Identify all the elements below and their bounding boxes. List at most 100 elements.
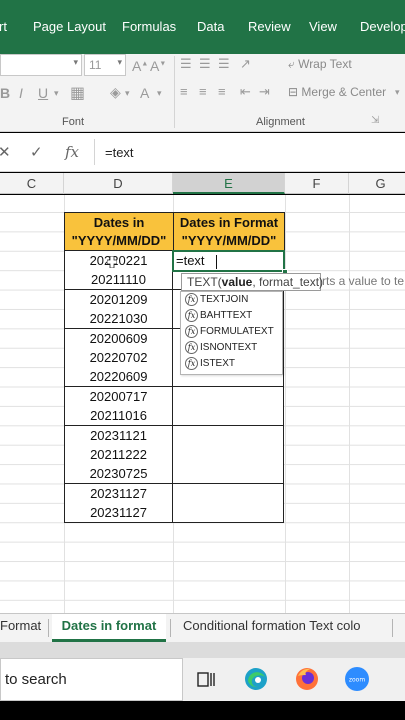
chevron-down-icon[interactable]: ▾ <box>157 88 162 99</box>
date-cell[interactable]: 20231121 <box>64 425 173 446</box>
align-center-icon[interactable]: ≡ <box>199 84 207 99</box>
chevron-down-icon[interactable]: ▾ <box>125 88 130 99</box>
mouse-cursor-icon <box>107 256 117 268</box>
ribbon-divider <box>174 56 175 128</box>
sheet-tab-dates-in-format[interactable]: Dates in format <box>52 614 166 642</box>
formatted-date-cell[interactable] <box>173 464 284 485</box>
formula-bar-divider <box>94 139 95 165</box>
date-cell[interactable]: 20200717 <box>64 386 173 407</box>
decrease-indent-icon[interactable]: ⇤ <box>240 84 251 100</box>
sheet-tab-divider <box>392 619 393 637</box>
header-cell-d[interactable]: Dates in "YYYY/MM/DD" <box>64 212 174 251</box>
alignment-group-label: Alignment <box>256 116 305 128</box>
formatted-date-cell[interactable] <box>173 503 284 524</box>
date-cell[interactable]: 20231127 <box>64 483 173 504</box>
taskbar: to search zoom <box>0 658 405 701</box>
tooltip-arg-value: value <box>221 275 253 289</box>
zoom-app-icon[interactable]: zoom <box>344 666 370 692</box>
date-cell[interactable]: 20220221 <box>64 251 173 271</box>
underline-icon[interactable]: U <box>38 85 48 101</box>
tab-developer[interactable]: Develope <box>360 19 405 34</box>
column-header-e[interactable]: E <box>173 173 285 194</box>
active-cell-e2[interactable]: =text <box>172 250 285 272</box>
taskbar-search[interactable]: to search <box>0 658 183 701</box>
tab-view[interactable]: View <box>309 19 337 34</box>
formatted-date-cell[interactable] <box>173 483 284 504</box>
firefox-icon[interactable] <box>294 666 320 692</box>
bold-icon[interactable]: B <box>0 85 10 101</box>
fill-color-icon[interactable]: ◈ <box>110 84 121 101</box>
font-name-dropdown[interactable]: ▾ <box>0 54 82 76</box>
edge-browser-icon[interactable] <box>243 666 269 692</box>
increase-font-icon[interactable]: A▲ <box>132 58 148 74</box>
insert-function-icon[interactable]: fx <box>65 143 79 161</box>
merge-center-label: Merge & Center <box>301 85 387 99</box>
task-view-icon[interactable] <box>193 666 219 692</box>
align-left-icon[interactable]: ≡ <box>180 84 188 99</box>
chevron-down-icon: ▾ <box>117 57 122 67</box>
header-d-line2: "YYYY/MM/DD" <box>71 233 167 248</box>
date-cell[interactable]: 20200609 <box>64 328 173 349</box>
sheet-tab-conditional[interactable]: Conditional formation Text colo <box>183 614 361 642</box>
gridline <box>285 195 286 613</box>
tab-review[interactable]: Review <box>248 19 291 34</box>
formatted-date-cell[interactable] <box>173 445 284 465</box>
tab-insert-partial[interactable]: rt <box>0 19 7 34</box>
align-right-icon[interactable]: ≡ <box>218 84 226 99</box>
autocomplete-item[interactable]: fx FORMULATEXT <box>185 324 274 340</box>
sheet-tab-format[interactable]: Format <box>0 614 45 642</box>
tooltip-rest: , format_text) <box>252 275 324 289</box>
decrease-font-icon[interactable]: A▼ <box>150 58 166 74</box>
tab-data[interactable]: Data <box>197 19 224 34</box>
merge-center-button[interactable]: ⊟ Merge & Center <box>288 85 386 99</box>
formatted-date-cell[interactable] <box>173 386 284 407</box>
date-cell[interactable]: 20211222 <box>64 445 173 465</box>
date-cell[interactable]: 20220609 <box>64 367 173 388</box>
dialog-launcher-icon[interactable]: ⇲ <box>371 115 379 126</box>
italic-icon[interactable]: I <box>19 85 23 101</box>
borders-icon[interactable]: ▦ <box>70 83 85 103</box>
column-header-f[interactable]: F <box>285 173 349 194</box>
date-cell[interactable]: 20220702 <box>64 348 173 368</box>
sheet-grid[interactable]: Dates in "YYYY/MM/DD" Dates in Format "Y… <box>0 195 405 613</box>
autocomplete-item[interactable]: fx TEXTJOIN <box>185 292 248 308</box>
date-cell[interactable]: 20201209 <box>64 289 173 310</box>
function-icon: fx <box>185 292 198 306</box>
autocomplete-item[interactable]: fx BAHTTEXT <box>185 308 252 324</box>
enter-check-icon[interactable]: ✓ <box>30 143 43 161</box>
increase-indent-icon[interactable]: ⇥ <box>259 84 270 100</box>
function-tooltip[interactable]: TEXT(value, format_text) <box>181 273 324 291</box>
cancel-icon[interactable]: ✕ <box>0 143 11 161</box>
screen-bottom-edge <box>0 701 405 720</box>
header-e-line1: Dates in Format <box>179 215 279 230</box>
font-color-icon[interactable]: A <box>140 85 149 101</box>
autocomplete-item[interactable]: fx ISTEXT <box>185 356 235 372</box>
date-cell[interactable]: 20211016 <box>64 406 173 427</box>
header-e-line2: "YYYY/MM/DD" <box>181 233 277 248</box>
align-bottom-icon[interactable]: ☰ <box>218 56 230 72</box>
column-header-d[interactable]: D <box>64 173 173 194</box>
chevron-down-icon[interactable]: ▾ <box>395 87 400 98</box>
tab-page-layout[interactable]: Page Layout <box>33 19 106 34</box>
align-middle-icon[interactable]: ☰ <box>199 56 211 72</box>
tab-formulas[interactable]: Formulas <box>122 19 176 34</box>
wrap-text-button[interactable]: ⤶ Wrap Text <box>288 57 352 72</box>
column-header-c[interactable]: C <box>0 173 64 194</box>
column-header-g[interactable]: G <box>349 173 405 194</box>
formatted-date-cell[interactable] <box>173 406 284 427</box>
header-cell-e[interactable]: Dates in Format "YYYY/MM/DD" <box>173 212 285 251</box>
orientation-icon[interactable]: ↗ <box>240 56 251 72</box>
date-cell[interactable]: 20230725 <box>64 464 173 485</box>
chevron-down-icon: ▾ <box>73 57 78 67</box>
date-cell[interactable]: 20211110 <box>64 270 173 291</box>
chevron-down-icon[interactable]: ▾ <box>54 88 59 99</box>
align-top-icon[interactable]: ☰ <box>180 56 192 72</box>
date-cell[interactable]: 20221030 <box>64 309 173 330</box>
merge-icon: ⊟ <box>288 85 299 99</box>
font-size-dropdown[interactable]: 11 ▾ <box>84 54 126 76</box>
formula-input[interactable]: =text <box>105 145 134 160</box>
autocomplete-item[interactable]: fx ISNONTEXT <box>185 340 257 356</box>
date-cell[interactable]: 20231127 <box>64 503 173 524</box>
text-cursor <box>216 255 217 269</box>
formatted-date-cell[interactable] <box>173 425 284 446</box>
